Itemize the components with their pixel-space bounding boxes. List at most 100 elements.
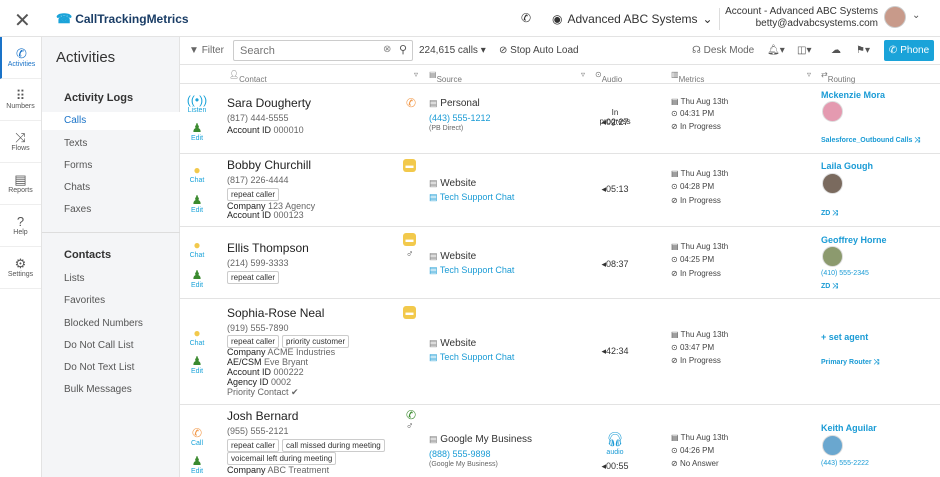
phone-wave-icon: ✆ [16, 46, 27, 61]
priority-value: Priority Contact [227, 387, 289, 397]
app-logo[interactable]: ☎ CallTrackingMetrics [56, 11, 189, 27]
audio-link[interactable]: audio [595, 449, 635, 456]
call-action[interactable]: ✆ Call [186, 427, 208, 448]
column-metrics[interactable]: ▥ Metrics [671, 70, 704, 84]
notification-bell-icon[interactable]: 🔔︎▾ [767, 45, 785, 56]
account-info[interactable]: Account - Advanced ABC Systems betty@adv… [725, 6, 878, 30]
tag[interactable]: repeat caller [227, 188, 280, 201]
column-contact-sort-icon[interactable]: ▿ [414, 70, 418, 79]
source-chat-link: ▤ Tech Support Chat [429, 265, 514, 276]
tag[interactable]: call missed during meeting [282, 439, 385, 452]
tag[interactable]: voicemail left during meeting [227, 452, 337, 465]
org-switcher[interactable]: ◉ Advanced ABC Systems ⌄ [552, 12, 713, 26]
filter-label: Filter [201, 45, 224, 56]
column-routing[interactable]: ⇄ Routing [821, 70, 855, 84]
shuffle-icon: ⤨ [832, 210, 838, 217]
agent-name[interactable]: Geoffrey Horne [821, 235, 887, 245]
chat-action[interactable]: ● Chat [186, 239, 208, 260]
sidebar-item-bulk-messages[interactable]: Bulk Messages [64, 384, 132, 395]
source-link-value[interactable]: Tech Support Chat [440, 352, 515, 362]
sidebar-item-lists[interactable]: Lists [64, 273, 85, 284]
desk-mode-button[interactable]: ☊ Desk Mode [692, 45, 754, 56]
table-row[interactable]: ((•)) Listen ♟ Edit Sara Dougherty (817)… [180, 84, 940, 154]
close-icon[interactable]: ✕ [14, 8, 31, 33]
sidebar-item-blocked-numbers[interactable]: Blocked Numbers [64, 318, 143, 329]
sidebar-item-chats[interactable]: Chats [64, 182, 90, 193]
phone-status-icon[interactable]: ✆ [521, 11, 531, 25]
sidebar-item-faxes[interactable]: Faxes [64, 204, 91, 215]
routing-phone[interactable]: (443) 555-2222 [821, 460, 869, 467]
source-link-value[interactable]: Tech Support Chat [440, 192, 515, 202]
filter-button[interactable]: ▼ Filter [189, 45, 224, 56]
sidebar-item-calls[interactable]: Calls [42, 112, 180, 130]
sidebar-item-favorites[interactable]: Favorites [64, 295, 105, 306]
cloud-icon[interactable]: ☁ [831, 45, 841, 56]
sidebar-item-texts[interactable]: Texts [64, 138, 87, 149]
routing-value[interactable]: Primary Router [821, 359, 872, 366]
agent-name[interactable]: Keith Aguilar [821, 423, 877, 433]
routing-value[interactable]: Salesforce_Outbound Calls [821, 137, 912, 144]
nav-reports[interactable]: ▤ Reports [0, 163, 41, 205]
account-id-label: Account ID [227, 210, 272, 220]
clear-search-icon[interactable]: ⊗ [383, 44, 391, 55]
contact-name[interactable]: Bobby Churchill [227, 158, 311, 172]
contact-name[interactable]: Josh Bernard [227, 409, 298, 423]
edit-action[interactable]: ♟ Edit [186, 122, 208, 143]
nav-numbers[interactable]: ⠿ Numbers [0, 79, 41, 121]
contact-name[interactable]: Sophia-Rose Neal [227, 306, 324, 320]
routing-phone[interactable]: (410) 555-2345 [821, 270, 869, 277]
chat-action[interactable]: ● Chat [186, 327, 208, 348]
edit-action[interactable]: ♟ Edit [186, 355, 208, 376]
contact-name[interactable]: Sara Dougherty [227, 96, 311, 110]
headphones-icon[interactable]: 🎧︎ [595, 431, 635, 448]
table-row[interactable]: ● Chat ♟ Edit Sophia-Rose Neal (919) 555… [180, 299, 940, 405]
set-agent-link[interactable]: + set agent [821, 332, 868, 342]
nav-flows[interactable]: ⤨ Flows [0, 121, 41, 163]
source-name: ▤ Website [429, 178, 476, 189]
routing-value[interactable]: ZD [821, 210, 830, 217]
agent-name[interactable]: Laila Gough [821, 161, 873, 171]
table-row[interactable]: ● Chat ♟ Edit Bobby Churchill (817) 226-… [180, 154, 940, 227]
column-source-sort-icon[interactable]: ▿ [581, 70, 585, 79]
nav-settings[interactable]: ⚙ Settings [0, 247, 41, 289]
edit-action[interactable]: ♟ Edit [186, 269, 208, 290]
source-name: ▤ Website [429, 251, 476, 262]
edit-action[interactable]: ♟ Edit [186, 455, 208, 476]
tag[interactable]: repeat caller [227, 439, 280, 452]
table-row[interactable]: ● Chat ♟ Edit Ellis Thompson (214) 599-3… [180, 227, 940, 299]
sidebar-item-do-not-call[interactable]: Do Not Call List [64, 340, 133, 351]
column-metrics-sort-icon[interactable]: ▿ [807, 70, 811, 79]
sidebar-item-do-not-text[interactable]: Do Not Text List [64, 362, 134, 373]
chat-action[interactable]: ● Chat [186, 164, 208, 185]
source-number[interactable]: (888) 555-9898 [429, 449, 491, 459]
column-metrics-label: Metrics [678, 75, 705, 84]
agent-name[interactable]: Mckenzie Mora [821, 90, 885, 100]
date-value: Thu Aug 13th [680, 433, 729, 442]
columns-icon[interactable]: ◫▾ [797, 45, 811, 56]
user-avatar[interactable] [884, 6, 906, 28]
column-audio[interactable]: ⊙ Audio [595, 70, 622, 84]
search-icon[interactable]: ⚲ [399, 43, 407, 56]
edit-label: Edit [190, 282, 204, 289]
tag-list: repeat caller [227, 188, 280, 201]
nav-help[interactable]: ? Help [0, 205, 41, 247]
listen-action[interactable]: ((•)) Listen [186, 94, 208, 115]
account-chevron-icon[interactable]: ⌄ [912, 10, 920, 21]
metric-time: ⊙ 04:25 PM [671, 255, 715, 264]
source-link-value[interactable]: Tech Support Chat [440, 265, 515, 275]
account-name: Account - Advanced ABC Systems [725, 6, 878, 17]
column-contact[interactable]: 👤︎ Contact [229, 70, 267, 84]
edit-action[interactable]: ♟ Edit [186, 194, 208, 215]
source-number[interactable]: (443) 555-1212 [429, 113, 491, 123]
routing-value[interactable]: ZD [821, 283, 830, 290]
stop-auto-load-button[interactable]: ⊘ Stop Auto Load [499, 45, 579, 56]
phone-button[interactable]: ✆ Phone [884, 40, 934, 61]
table-row[interactable]: ✆ Call ♟ Edit Josh Bernard (955) 555-212… [180, 405, 940, 477]
nav-activities[interactable]: ✆ Activities [0, 37, 41, 79]
sidebar-item-forms[interactable]: Forms [64, 160, 92, 171]
tag[interactable]: repeat caller [227, 271, 280, 284]
contact-name[interactable]: Ellis Thompson [227, 241, 309, 255]
flag-icon[interactable]: ⚑▾ [856, 45, 870, 56]
column-source[interactable]: ▤ Source [429, 70, 462, 84]
calls-count-dropdown[interactable]: 224,615 calls ▾ [419, 45, 486, 56]
